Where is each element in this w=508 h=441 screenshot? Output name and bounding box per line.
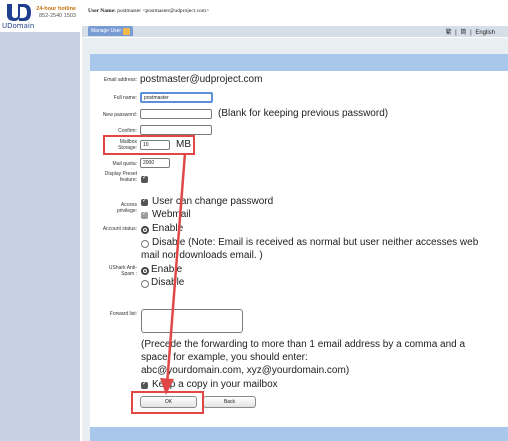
forward-note-line1: (Precede the forwarding to more than 1 e… <box>141 339 466 350</box>
spam-enable-label: Enable <box>151 264 183 275</box>
fullname-label: Full name: <box>113 95 137 101</box>
lang-separator: | <box>455 30 457 36</box>
access-label-line2: privilege: <box>116 208 137 214</box>
status-enable-radio[interactable] <box>141 226 149 234</box>
email-value: postmaster@udproject.com <box>140 74 263 85</box>
webmail-checkbox[interactable] <box>141 210 148 219</box>
webmail-label: Webmail <box>152 209 191 220</box>
ok-highlight-box <box>131 391 204 414</box>
forward-note-line3: abc@yourdomain.com, xyz@yourdomain.com) <box>141 365 350 376</box>
status-enable-label: Enable <box>152 223 184 234</box>
spam-disable-label: Disable <box>151 277 185 288</box>
status-disable-radio[interactable] <box>141 240 149 248</box>
left-sidebar <box>0 0 80 441</box>
change-password-checkbox[interactable] <box>141 197 148 206</box>
anti-spam-label: UShark Anti- Spam : <box>92 265 137 277</box>
back-button[interactable]: Back <box>203 396 256 408</box>
spam-disable-radio[interactable] <box>141 280 149 288</box>
tab-manage-label: Manage User <box>91 28 122 34</box>
status-disable-label: Disable (Note: Email is received as norm… <box>152 237 479 248</box>
change-password-label: User can change password <box>152 196 274 207</box>
account-status-label: Account status: <box>102 226 137 232</box>
panel-footer-bar <box>90 427 508 441</box>
user-icon <box>123 27 131 35</box>
panel-header-bar <box>90 54 508 71</box>
display-preset-label: Display Preset feature: <box>92 171 137 183</box>
lang-traditional-link[interactable]: 繁 <box>445 30 451 36</box>
confirm-password-input[interactable] <box>140 125 212 135</box>
new-password-label: New password: <box>102 112 137 118</box>
new-password-input[interactable] <box>140 109 212 119</box>
lang-simplified-link[interactable]: 简 <box>460 30 466 36</box>
spam-enable-radio[interactable] <box>141 267 149 275</box>
lang-separator: | <box>470 30 472 36</box>
hotline-title: 24-hour hotline <box>36 6 76 12</box>
lang-english-link[interactable]: English <box>475 30 495 36</box>
access-privilege-label: Access privilege: <box>92 202 137 214</box>
forward-list-label: Forward list: <box>109 311 137 317</box>
new-password-hint: (Blank for keeping previous password) <box>218 108 389 119</box>
hotline-number: 852-2540 1503 <box>38 13 76 19</box>
hotline-info: 24-hour hotline 852-2540 1503 <box>36 6 76 20</box>
user-name-bar: User Name: postmaster <postmaster@udproj… <box>88 8 209 14</box>
fullname-input[interactable]: postmaster <box>140 92 213 103</box>
keep-copy-checkbox[interactable] <box>141 380 148 389</box>
tab-manage-user[interactable]: Manage User <box>88 26 134 36</box>
logo-text: UDomain <box>2 22 35 30</box>
mail-quota-input[interactable]: 2000 <box>140 158 170 168</box>
forward-list-textarea[interactable] <box>141 309 243 333</box>
confirm-label: Confirm: <box>118 128 137 134</box>
mail-quota-label: Mail quota: <box>112 161 137 167</box>
udomain-logo-icon <box>7 4 31 21</box>
mailbox-highlight-box <box>103 135 195 155</box>
brand-area: UDomain 24-hour hotline 852-2540 1503 <box>0 0 80 32</box>
user-label: User Name: <box>88 8 116 14</box>
language-switcher: 繁 | 简 | English <box>444 27 496 36</box>
preset-label-line2: feature: <box>120 177 137 183</box>
forward-note-line2: space, for example, you should enter: <box>141 352 308 363</box>
email-label: Email address: <box>103 77 137 83</box>
status-disable-note: mail nor downloads email. ) <box>141 250 263 261</box>
user-value: postmaster <postmaster@udproject.com> <box>117 8 210 14</box>
display-preset-checkbox[interactable] <box>141 174 148 183</box>
spam-label-line2: Spam : <box>121 271 137 277</box>
keep-copy-label: Keep a copy in your mailbox <box>152 379 278 390</box>
